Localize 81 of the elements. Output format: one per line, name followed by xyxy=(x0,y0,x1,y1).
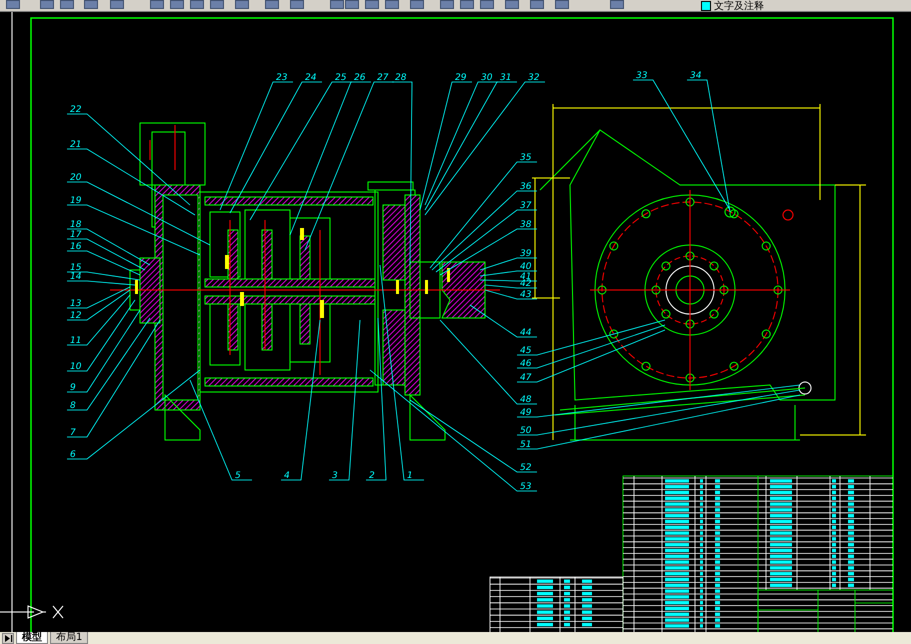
toolbar-icon[interactable] xyxy=(290,0,304,9)
part-number: 13 xyxy=(70,299,82,309)
part-number: 4 xyxy=(284,471,290,481)
part-number: 10 xyxy=(70,362,82,372)
part-number: 15 xyxy=(70,263,82,273)
part-number: 19 xyxy=(70,196,82,206)
part-number: 52 xyxy=(520,463,532,473)
part-number: 38 xyxy=(520,220,532,230)
part-number: 12 xyxy=(70,311,82,321)
toolbar-icon[interactable] xyxy=(330,0,344,9)
toolbar-icon[interactable] xyxy=(480,0,494,9)
part-number: 6 xyxy=(70,450,76,460)
part-number: 30 xyxy=(481,73,492,83)
part-number: 8 xyxy=(70,401,76,411)
part-number: 21 xyxy=(70,140,82,150)
part-number: 33 xyxy=(636,71,648,81)
part-number: 31 xyxy=(500,73,512,83)
tab-scroll-button[interactable] xyxy=(2,633,14,644)
toolbar-icon[interactable] xyxy=(110,0,124,9)
toolbar-icon[interactable] xyxy=(235,0,249,9)
part-number: 39 xyxy=(520,249,532,259)
part-number: 53 xyxy=(520,482,532,492)
toolbar-icon[interactable] xyxy=(40,0,54,9)
toolbar-icon[interactable] xyxy=(190,0,204,9)
part-number: 5 xyxy=(235,471,241,481)
part-number: 3 xyxy=(332,471,338,481)
toolbar-icon[interactable] xyxy=(440,0,454,9)
part-number: 16 xyxy=(70,242,82,252)
layer-name: 文字及注释 xyxy=(714,0,764,11)
next-tab-icon xyxy=(4,634,12,643)
toolbar-icon[interactable] xyxy=(265,0,279,9)
layout-tab[interactable]: 模型 xyxy=(16,632,48,644)
toolbar-icon[interactable] xyxy=(6,0,20,9)
part-number: 43 xyxy=(520,290,532,300)
toolbar-icon[interactable] xyxy=(84,0,98,9)
part-number: 40 xyxy=(520,262,532,272)
toolbar-icon[interactable] xyxy=(170,0,184,9)
part-number: 37 xyxy=(520,201,532,211)
toolbar-icon[interactable] xyxy=(60,0,74,9)
part-number: 17 xyxy=(70,230,82,240)
part-number: 24 xyxy=(305,73,316,83)
part-number: 50 xyxy=(520,426,532,436)
part-number: 26 xyxy=(354,73,366,83)
toolbar-icon[interactable] xyxy=(345,0,359,9)
toolbar-icon[interactable] xyxy=(410,0,424,9)
part-number: 22 xyxy=(70,105,82,115)
part-number: 28 xyxy=(395,73,406,83)
part-number: 34 xyxy=(690,71,702,81)
part-number: 25 xyxy=(335,73,346,83)
toolbar-icon[interactable] xyxy=(555,0,569,9)
part-number: 11 xyxy=(70,336,82,346)
part-number: 18 xyxy=(70,220,82,230)
part-number: 45 xyxy=(520,346,532,356)
part-number: 48 xyxy=(520,395,532,405)
part-number: 36 xyxy=(520,182,532,192)
part-number: 20 xyxy=(70,173,82,183)
part-number: 49 xyxy=(520,408,532,418)
toolbar-icon[interactable] xyxy=(150,0,164,9)
part-number: 51 xyxy=(520,440,532,450)
part-number: 1 xyxy=(407,471,413,481)
part-number: 9 xyxy=(70,383,76,393)
toolbar-icon[interactable] xyxy=(610,0,624,9)
part-number: 2 xyxy=(369,471,375,481)
part-number: 44 xyxy=(520,328,532,338)
ucs-icon xyxy=(28,605,64,619)
part-number: 46 xyxy=(520,359,532,369)
layout-tab[interactable]: 布局1 xyxy=(50,632,88,644)
part-number: 14 xyxy=(70,272,82,282)
toolbar-icon[interactable] xyxy=(210,0,224,9)
toolbar-icon[interactable] xyxy=(365,0,379,9)
part-number: 35 xyxy=(520,153,532,163)
part-number: 27 xyxy=(377,73,388,83)
toolbar-icon[interactable] xyxy=(530,0,544,9)
toolbar-icon[interactable] xyxy=(385,0,399,9)
toolbar-icon[interactable] xyxy=(460,0,474,9)
part-number: 29 xyxy=(455,73,466,83)
part-number: 47 xyxy=(520,373,532,383)
part-number: 32 xyxy=(528,73,540,83)
toolbar-icon[interactable] xyxy=(505,0,519,9)
part-number: 7 xyxy=(70,428,76,438)
part-number: 23 xyxy=(276,73,288,83)
